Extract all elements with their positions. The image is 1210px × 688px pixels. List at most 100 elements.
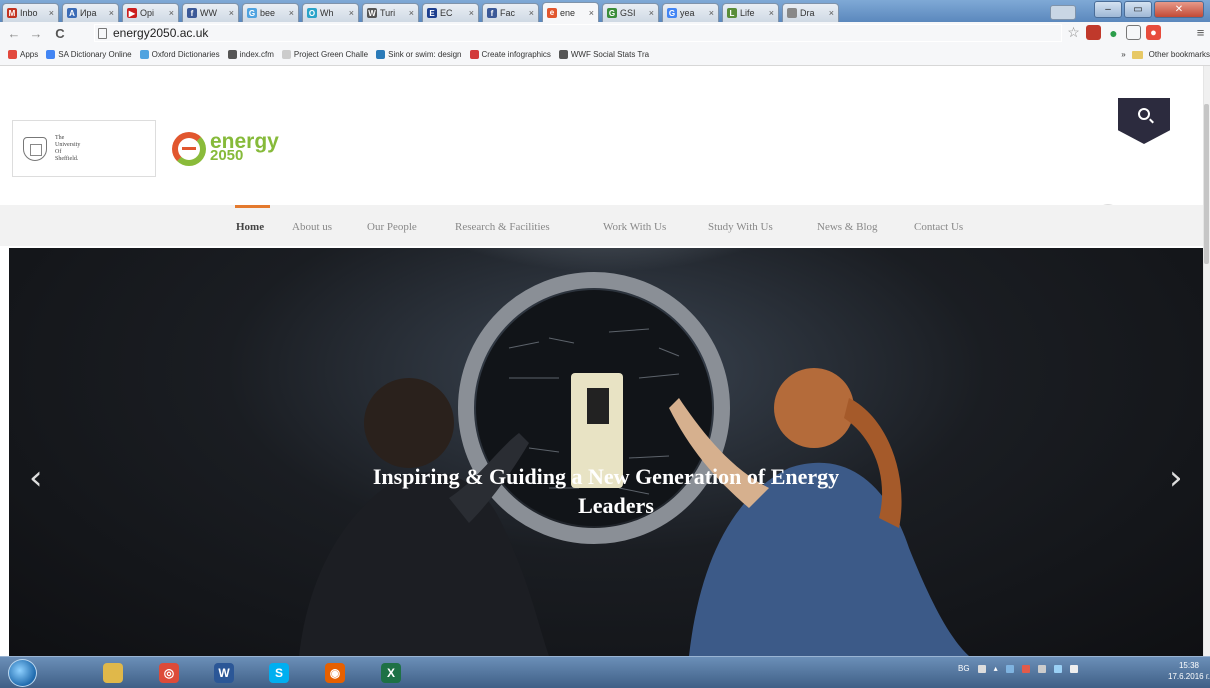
tab-close-icon[interactable]: × [469,8,478,18]
menu-icon[interactable]: ≡ [1193,25,1208,40]
taskbar-app-explorer[interactable] [94,659,132,686]
explorer-icon [103,662,123,683]
search-button[interactable] [1118,98,1170,144]
main-navigation [0,205,1203,246]
tab-close-icon[interactable]: × [649,8,658,18]
extension-evernote-icon[interactable]: ● [1106,25,1121,41]
browser-tab[interactable]: L Life × [722,3,779,22]
taskbar-app-word[interactable]: W [205,659,243,686]
new-tab-button[interactable] [1050,5,1076,20]
system-clock[interactable]: 15:38 17.6.2016 г. [1168,660,1210,682]
tab-close-icon[interactable]: × [109,8,118,18]
language-indicator[interactable]: BG [958,664,970,673]
tab-close-icon[interactable]: × [289,8,298,18]
taskbar-app-excel[interactable]: X [372,659,410,686]
browser-tab[interactable]: M Inbo × [2,3,59,22]
tab-close-icon[interactable]: × [709,8,718,18]
energy2050-logo[interactable]: energy 2050 [172,131,279,166]
bookmark-item[interactable]: index.cfm [227,50,274,59]
bookmarks-bar: Apps SA Dictionary Online Oxford Dictionar… [0,44,1210,66]
nav-item[interactable]: Contact Us [914,221,963,233]
extension-square-icon[interactable] [1126,25,1141,40]
minimize-button[interactable]: – [1094,1,1122,18]
taskbar-app-firefox[interactable]: ◉ [316,659,354,686]
close-window-button[interactable]: ✕ [1154,1,1204,18]
user-profile-icon[interactable]: ● [1146,25,1161,40]
bookmarks-overflow-chevron[interactable]: » [1121,50,1125,59]
address-bar[interactable]: energy2050.ac.uk [94,24,1062,42]
hero-headline: Inspiring & Guiding a New Generation of … [9,462,1203,520]
browser-tab[interactable]: O Wh × [302,3,359,22]
university-line: University [55,141,81,148]
tab-close-icon[interactable]: × [409,8,418,18]
flag-icon[interactable] [1037,664,1046,673]
tab-close-icon[interactable]: × [529,8,538,18]
taskbar-app-skype[interactable]: S [260,659,298,686]
browser-tab[interactable]: A Ира × [62,3,119,22]
slider-prev-arrow-icon[interactable]: ‹ [29,458,43,498]
tab-close-icon[interactable]: × [229,8,238,18]
bookmark-item[interactable]: Sink or swim: design [376,50,462,59]
browser-tab[interactable]: E EC × [422,3,479,22]
tab-title: EC [440,8,453,18]
university-of-sheffield-logo[interactable]: The University Of Sheffield. [12,120,156,177]
nav-item[interactable]: Work With Us [603,221,666,233]
tab-close-icon[interactable]: × [169,8,178,18]
start-button[interactable] [8,659,37,687]
browser-tab[interactable]: ▶ Opi × [122,3,179,22]
nav-item[interactable]: News & Blog [817,221,878,233]
browser-tab[interactable]: Dra × [782,3,839,22]
tab-close-icon[interactable]: × [589,8,598,18]
nav-item[interactable]: Our People [367,221,417,233]
browser-tab[interactable]: G GSI × [602,3,659,22]
network-icon[interactable] [1005,664,1014,673]
browser-tab[interactable]: W Turi × [362,3,419,22]
tab-close-icon[interactable]: × [769,8,778,18]
bookmark-item[interactable]: WWF Social Stats Tra [558,50,649,59]
tab-close-icon[interactable]: × [349,8,358,18]
security-icon[interactable] [1021,664,1030,673]
browser-tab[interactable]: f WW × [182,3,239,22]
volume-icon[interactable] [1069,664,1078,673]
university-line: Sheffield. [55,155,79,162]
tab-title: Inbo [20,8,38,18]
browser-tab[interactable]: Gbee × [242,3,299,22]
maximize-button[interactable]: ▭ [1124,1,1152,18]
tab-favicon-icon [787,8,797,18]
bookmark-item[interactable]: Oxford Dictionaries [139,50,220,59]
chrome-icon: ◎ [159,662,179,683]
browser-tab[interactable]: e ene × [542,2,599,22]
tab-close-icon[interactable]: × [49,8,58,18]
browser-tab[interactable]: Gyea × [662,3,719,22]
reload-icon[interactable]: C [52,24,68,42]
tab-favicon-icon: L [727,8,737,18]
bookmark-item[interactable]: Apps [8,50,38,59]
tab-title: Wh [320,8,334,18]
bookmark-favicon-icon [227,50,237,59]
keyboard-icon[interactable] [977,664,986,673]
forward-arrow-icon[interactable]: → [28,24,44,42]
bookmark-favicon-icon [46,50,56,59]
bookmark-item[interactable]: SA Dictionary Online [46,50,132,59]
nav-item[interactable]: Research & Facilities [455,221,550,233]
back-arrow-icon[interactable]: ← [6,24,22,42]
slider-next-arrow-icon[interactable]: › [1169,458,1183,498]
nav-item[interactable]: Study With Us [708,221,773,233]
star-icon[interactable]: ☆ [1066,24,1081,40]
taskbar-app-chrome[interactable]: ◎ [150,659,188,686]
other-bookmarks[interactable]: Other bookmarks [1149,50,1210,59]
wifi-icon[interactable] [1053,664,1062,673]
bookmark-item[interactable]: Project Green Challe [281,50,368,59]
tab-close-icon[interactable]: × [829,8,838,18]
nav-item[interactable]: Home [236,221,264,233]
tab-title: Fac [500,8,516,18]
browser-tab[interactable]: f Fac × [482,3,539,22]
folder-icon [1131,50,1143,59]
extension-camera-icon[interactable] [1086,25,1101,40]
bookmark-item[interactable]: Create infographics [469,50,551,59]
tray-expand-icon[interactable]: ▴ [994,664,998,673]
tab-favicon-icon: G [667,8,677,18]
nav-item[interactable]: About us [292,221,332,233]
tab-favicon-icon: O [307,8,317,18]
scrollbar-thumb[interactable] [1204,104,1209,264]
